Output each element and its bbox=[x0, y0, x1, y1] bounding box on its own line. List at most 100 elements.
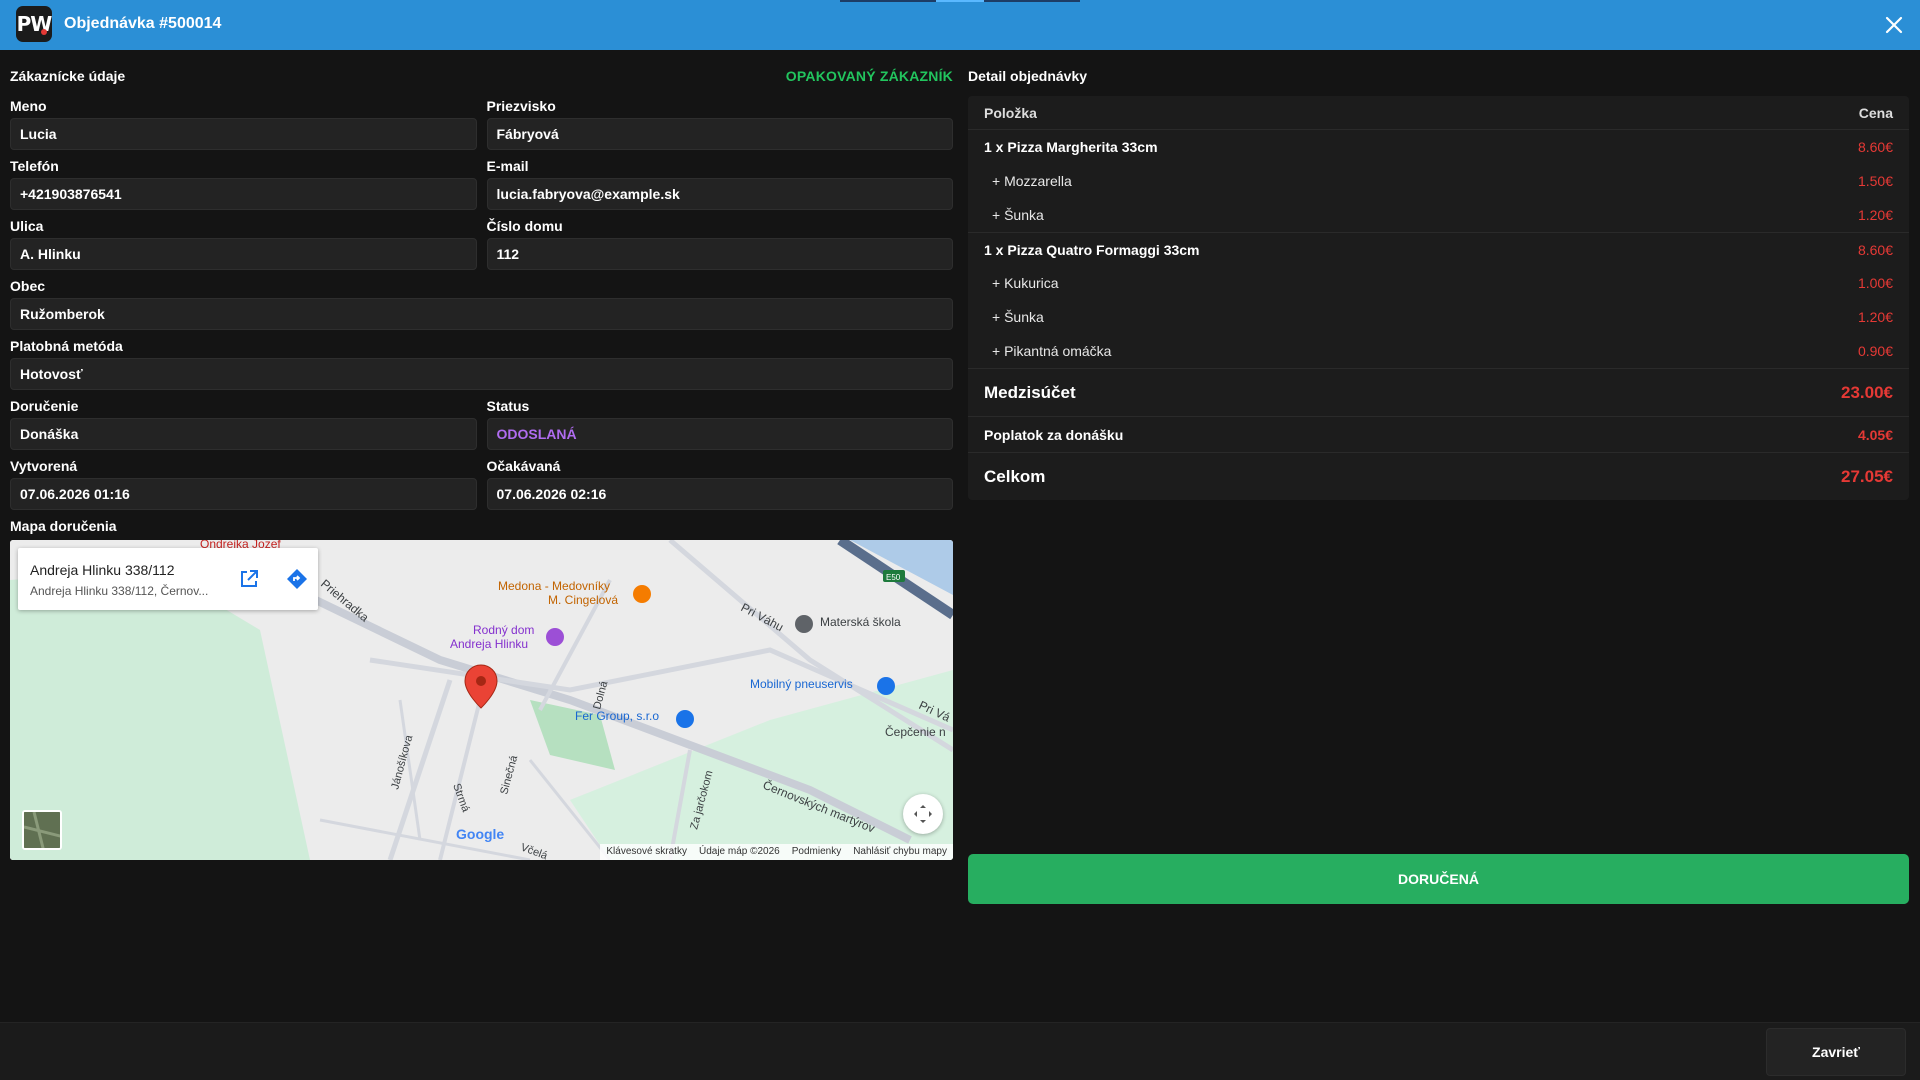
street-label: Ulica bbox=[10, 218, 44, 234]
col-price-header: Cena bbox=[1858, 104, 1893, 121]
map-label-rodny2: Andreja Hlinku bbox=[450, 637, 528, 651]
fullscreen-button[interactable] bbox=[903, 794, 943, 834]
delivery-map[interactable]: Ondrejka Jozef Priehradka Medona - Medov… bbox=[10, 540, 953, 860]
item-name: 1 x Pizza Quatro Formaggi 33cm bbox=[984, 241, 1200, 258]
last-name-label: Priezvisko bbox=[486, 98, 556, 114]
expected-label: Očakávaná bbox=[486, 458, 561, 474]
shop-marker-icon[interactable] bbox=[676, 710, 694, 728]
map-label-cepcenie: Čepčenie n bbox=[885, 724, 946, 739]
map-label-medona1: Medona - Medovníky bbox=[498, 579, 610, 593]
phone-label: Telefón bbox=[10, 158, 59, 174]
item-price: 8.60€ bbox=[1857, 139, 1893, 155]
subtotal-row: Medzisúčet 23.00€ bbox=[968, 368, 1909, 416]
map-title: Mapa doručenia bbox=[10, 518, 117, 534]
e50-road-sign: E50 bbox=[883, 570, 905, 582]
email-field[interactable]: lucia.fabryova@example.sk bbox=[486, 178, 953, 210]
map-label-medona2: M. Cingelová bbox=[548, 593, 618, 607]
order-panel: Detail objednávky Položka Cena 1 x Pizza… bbox=[968, 62, 1909, 500]
payment-label: Platobná metóda bbox=[10, 338, 123, 354]
delivery-field[interactable]: Donáška bbox=[10, 418, 477, 450]
city-label: Obec bbox=[10, 278, 46, 294]
map-label-fer: Fer Group, s.r.o bbox=[575, 709, 659, 723]
col-item-header: Položka bbox=[984, 104, 1037, 121]
close-icon[interactable] bbox=[1880, 11, 1908, 39]
city-field[interactable]: Ružomberok bbox=[10, 298, 953, 330]
map-footer-data: Údaje máp ©2026 bbox=[698, 846, 780, 857]
order-extra-row: + Mozzarella 1.50€ bbox=[968, 164, 1909, 198]
first-name-label: Meno bbox=[10, 98, 47, 114]
map-footer-report[interactable]: Nahlásiť chybu mapy bbox=[853, 844, 947, 860]
map-footer: Klávesové skratky Údaje máp ©2026 Podmie… bbox=[600, 844, 953, 860]
dialog-title: Objednávka #500014 bbox=[64, 15, 222, 32]
order-item-row: 1 x Pizza Margherita 33cm 8.60€ bbox=[968, 130, 1909, 164]
dialog-footer: Zavrieť bbox=[0, 1022, 1920, 1080]
created-field[interactable]: 07.06.2026 01:16 bbox=[10, 478, 477, 510]
extra-name: + Mozzarella bbox=[992, 173, 1072, 189]
customer-section-title: Zákaznícke údaje bbox=[10, 68, 126, 84]
place-address: Andreja Hlinku 338/112, Černov... bbox=[30, 584, 209, 598]
extra-name: + Pikantná omáčka bbox=[992, 343, 1112, 359]
order-extra-row: + Pikantná omáčka 0.90€ bbox=[968, 334, 1909, 368]
extra-name: + Kukurica bbox=[992, 275, 1059, 291]
google-logo: Google bbox=[456, 826, 505, 842]
satellite-toggle-button[interactable] bbox=[22, 810, 62, 850]
extra-price: 1.00€ bbox=[1857, 275, 1893, 291]
item-name: 1 x Pizza Margherita 33cm bbox=[984, 139, 1158, 155]
house-number-field[interactable]: 112 bbox=[486, 238, 953, 270]
delivery-fee-row: Poplatok za donášku 4.05€ bbox=[968, 416, 1909, 452]
delivery-label: Doručenie bbox=[10, 398, 79, 414]
total-value: 27.05€ bbox=[1841, 466, 1893, 486]
extra-price: 1.50€ bbox=[1857, 173, 1893, 189]
service-marker-icon[interactable] bbox=[877, 677, 895, 695]
fee-label: Poplatok za donášku bbox=[984, 426, 1124, 443]
first-name-field[interactable]: Lucia bbox=[10, 118, 477, 150]
school-marker-icon[interactable] bbox=[795, 615, 813, 633]
top-progress-line bbox=[840, 0, 1080, 2]
extra-price: 1.20€ bbox=[1857, 207, 1893, 223]
order-item-row: 1 x Pizza Quatro Formaggi 33cm 8.60€ bbox=[968, 232, 1909, 266]
payment-field[interactable]: Hotovosť bbox=[10, 358, 953, 390]
window-header: PW Objednávka #500014 bbox=[0, 0, 1920, 50]
order-section-title: Detail objednávky bbox=[968, 68, 1088, 84]
restaurant-marker-icon[interactable] bbox=[633, 585, 651, 603]
expected-field[interactable]: 07.06.2026 02:16 bbox=[486, 478, 953, 510]
extra-name: + Šunka bbox=[992, 309, 1044, 325]
order-detail-table: Položka Cena 1 x Pizza Margherita 33cm 8… bbox=[968, 96, 1909, 500]
subtotal-value: 23.00€ bbox=[1841, 382, 1893, 402]
item-price: 8.60€ bbox=[1857, 241, 1893, 258]
last-name-field[interactable]: Fábryová bbox=[486, 118, 953, 150]
repeat-customer-badge: OPAKOVANÝ ZÁKAZNÍK bbox=[785, 68, 953, 84]
directions-icon[interactable] bbox=[285, 567, 309, 591]
close-button[interactable]: Zavrieť bbox=[1766, 1028, 1906, 1076]
place-name: Andreja Hlinku 338/112 bbox=[30, 562, 175, 578]
street-field[interactable]: A. Hlinku bbox=[10, 238, 477, 270]
map-label-skola: Materská škola bbox=[820, 615, 901, 629]
status-field[interactable]: ODOSLANÁ bbox=[486, 418, 953, 450]
fullscreen-icon bbox=[914, 805, 932, 823]
created-label: Vytvorená bbox=[10, 458, 78, 474]
total-label: Celkom bbox=[984, 466, 1046, 486]
map-label-rodny1: Rodný dom bbox=[473, 623, 534, 637]
extra-price: 1.20€ bbox=[1857, 309, 1893, 325]
app-logo: PW bbox=[16, 6, 52, 42]
svg-text:E50: E50 bbox=[886, 573, 901, 582]
map-label-pneuservis: Mobilný pneuservis bbox=[750, 677, 853, 691]
order-extra-row: + Šunka 1.20€ bbox=[968, 300, 1909, 334]
mark-delivered-button[interactable]: DORUČENÁ bbox=[968, 854, 1909, 904]
map-footer-terms[interactable]: Podmienky bbox=[792, 844, 841, 860]
customer-panel: Zákaznícke údaje OPAKOVANÝ ZÁKAZNÍK Meno… bbox=[10, 62, 953, 860]
open-in-maps-icon[interactable] bbox=[238, 568, 260, 590]
order-extra-row: + Kukurica 1.00€ bbox=[968, 266, 1909, 300]
phone-field[interactable]: +421903876541 bbox=[10, 178, 477, 210]
landmark-marker-icon[interactable] bbox=[546, 628, 564, 646]
status-label: Status bbox=[486, 398, 530, 414]
email-label: E-mail bbox=[486, 158, 529, 174]
house-number-label: Číslo domu bbox=[486, 218, 563, 234]
extra-price: 0.90€ bbox=[1857, 343, 1893, 359]
order-table-header: Položka Cena bbox=[968, 96, 1909, 130]
extra-name: + Šunka bbox=[992, 207, 1044, 223]
place-info-card[interactable]: Andreja Hlinku 338/112 Andreja Hlinku 33… bbox=[18, 548, 318, 610]
total-row: Celkom 27.05€ bbox=[968, 452, 1909, 500]
map-footer-shortcuts[interactable]: Klávesové skratky bbox=[606, 844, 687, 860]
subtotal-label: Medzisúčet bbox=[984, 382, 1076, 402]
